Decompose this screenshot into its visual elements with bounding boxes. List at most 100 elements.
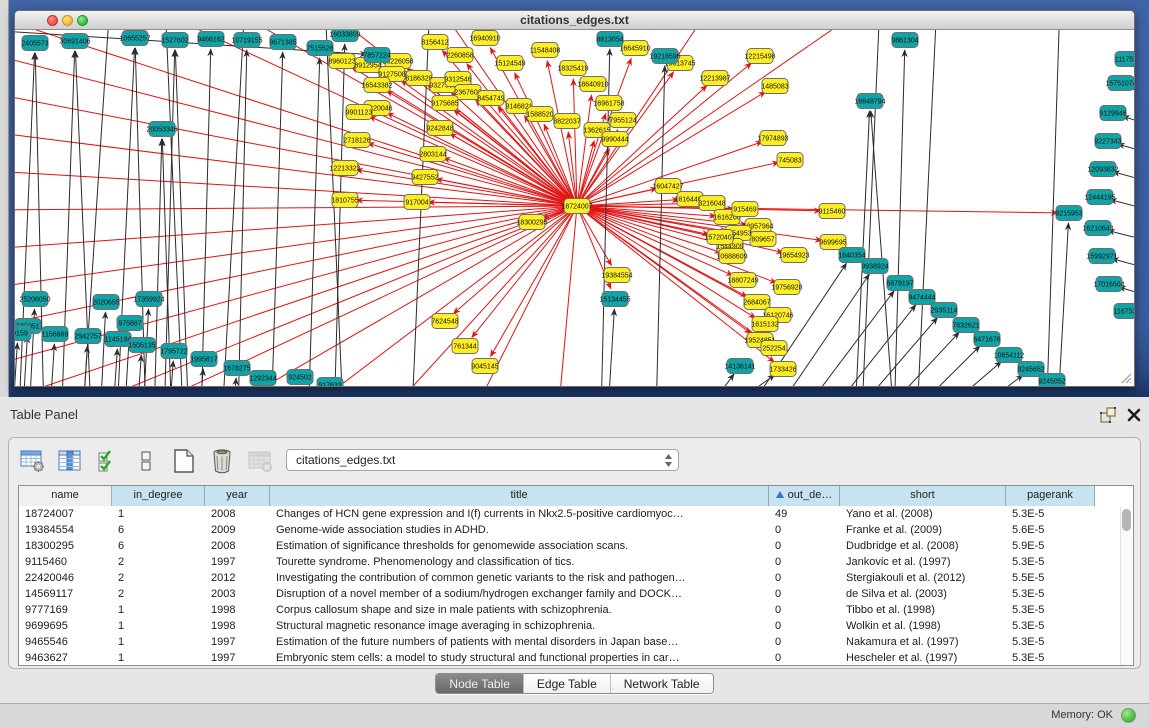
graph-node[interactable]: 10655257: [119, 31, 150, 46]
graph-node[interactable]: 15992971: [1086, 249, 1117, 264]
resize-grip-icon[interactable]: [1118, 370, 1132, 384]
table-cell[interactable]: 5.3E-5: [1006, 602, 1095, 618]
graph-node[interactable]: 17359924: [133, 292, 164, 307]
graph-node[interactable]: 1733426: [769, 362, 796, 377]
graph-node[interactable]: 8960123: [328, 54, 355, 69]
graph-node[interactable]: 12213323: [329, 161, 360, 176]
table-cell[interactable]: 5.6E-5: [1006, 522, 1095, 538]
graph-node[interactable]: 9466162: [197, 32, 224, 47]
tab-network-table[interactable]: Network Table: [611, 674, 713, 693]
table-cell[interactable]: Estimation of the future numbers of pati…: [270, 634, 769, 650]
graph-node[interactable]: 12213987: [699, 71, 730, 86]
column-header-name[interactable]: name: [19, 486, 112, 506]
table-row[interactable]: 946362711997Embryonic stem cells: a mode…: [19, 650, 1133, 666]
table-cell[interactable]: 6: [112, 522, 205, 538]
table-cell[interactable]: 2008: [205, 506, 270, 522]
graph-node[interactable]: 1156869: [42, 327, 69, 342]
table-cell[interactable]: 49: [769, 506, 840, 522]
table-cell[interactable]: 1997: [205, 554, 270, 570]
graph-node[interactable]: 9175685: [431, 96, 458, 111]
table-row[interactable]: 946554611997Estimation of the future num…: [19, 634, 1133, 650]
table-cell[interactable]: Genome-wide association studies in ADHD.: [270, 522, 769, 538]
table-scrollbar[interactable]: [1120, 507, 1132, 665]
graph-node[interactable]: 9901123: [346, 105, 373, 120]
graph-node[interactable]: 16047427: [652, 179, 683, 194]
table-cell[interactable]: Changes of HCN gene expression and I(f) …: [270, 506, 769, 522]
graph-node[interactable]: 7515526: [306, 41, 333, 56]
close-panel-icon[interactable]: [1127, 408, 1141, 422]
table-cell[interactable]: Franke et al. (2009): [840, 522, 1006, 538]
graph-node[interactable]: 19384554: [601, 268, 632, 283]
graph-node[interactable]: 16210643: [1082, 221, 1113, 236]
table-row[interactable]: 2242004622012Investigating the contribut…: [19, 570, 1133, 586]
table-cell[interactable]: 0: [769, 602, 840, 618]
graph-node[interactable]: 6879197: [886, 276, 913, 291]
graph-node[interactable]: 18640910: [577, 77, 608, 92]
graph-node[interactable]: 9671385: [269, 35, 296, 50]
column-header-out_de[interactable]: out_de…: [769, 486, 840, 506]
table-cell[interactable]: 5.3E-5: [1006, 586, 1095, 602]
graph-node[interactable]: 16645910: [619, 41, 650, 56]
graph-node[interactable]: 16543382: [361, 78, 392, 93]
graph-node[interactable]: 9215953: [1055, 206, 1082, 221]
column-header-pagerank[interactable]: pagerank: [1006, 486, 1095, 506]
table-cell[interactable]: Tourette syndrome. Phenomenology and cla…: [270, 554, 769, 570]
network-window-titlebar[interactable]: citations_edges.txt: [15, 11, 1134, 30]
graph-node[interactable]: 1292344: [249, 371, 276, 386]
graph-node[interactable]: 8822037: [553, 114, 580, 129]
table-row[interactable]: 1872400712008Changes of HCN gene express…: [19, 506, 1133, 522]
graph-node[interactable]: 15751074: [1105, 76, 1134, 91]
graph-node[interactable]: 7624548: [431, 314, 458, 329]
table-cell[interactable]: Embryonic stem cells: a model to study s…: [270, 650, 769, 666]
table-cell[interactable]: 0: [769, 650, 840, 666]
table-cell[interactable]: Wolkin et al. (1998): [840, 618, 1006, 634]
table-cell[interactable]: Estimation of significance thresholds fo…: [270, 538, 769, 554]
graph-node[interactable]: 19756928: [771, 280, 802, 295]
table-cell[interactable]: 1: [112, 650, 205, 666]
graph-node[interactable]: 252254: [761, 341, 787, 356]
table-cell[interactable]: 1997: [205, 650, 270, 666]
graph-node[interactable]: 12444195: [1084, 190, 1115, 205]
new-document-icon[interactable]: [171, 448, 197, 474]
table-cell[interactable]: 1997: [205, 634, 270, 650]
table-cell[interactable]: Corpus callosum shape and size in male p…: [270, 602, 769, 618]
scrollbar-thumb[interactable]: [1122, 509, 1131, 531]
tab-node-table[interactable]: Node Table: [436, 674, 524, 693]
graph-node[interactable]: 2260858: [446, 48, 473, 63]
graph-node[interactable]: 3216048: [698, 196, 725, 211]
table-cell[interactable]: 14569117: [19, 586, 112, 602]
table-cell[interactable]: 18724007: [19, 506, 112, 522]
table-cell[interactable]: 5.3E-5: [1006, 618, 1095, 634]
table-row[interactable]: 977716911998Corpus callosum shape and si…: [19, 602, 1133, 618]
table-cell[interactable]: 2: [112, 570, 205, 586]
table-cell[interactable]: 0: [769, 634, 840, 650]
graph-node[interactable]: 917633: [317, 378, 343, 387]
table-cell[interactable]: 0: [769, 586, 840, 602]
table-cell[interactable]: 5.9E-5: [1006, 538, 1095, 554]
table-cell[interactable]: 5.3E-5: [1006, 650, 1095, 666]
graph-node[interactable]: 18807249: [727, 273, 758, 288]
graph-node[interactable]: 8454749: [477, 91, 504, 106]
select-columns-icon[interactable]: [57, 448, 83, 474]
graph-node[interactable]: 16033809: [329, 30, 360, 42]
table-cell[interactable]: Stergiakouli et al. (2012): [840, 570, 1006, 586]
graph-node[interactable]: 9245052: [1038, 374, 1065, 387]
table-cell[interactable]: Yano et al. (2008): [840, 506, 1006, 522]
table-cell[interactable]: 22420046: [19, 570, 112, 586]
table-cell[interactable]: 1: [112, 618, 205, 634]
table-cell[interactable]: de Silva et al. (2003): [840, 586, 1006, 602]
graph-node[interactable]: 1615132: [751, 317, 778, 332]
table-row[interactable]: 1456911722003Disruption of a novel membe…: [19, 586, 1133, 602]
graph-node[interactable]: 17974893: [757, 131, 788, 146]
graph-node[interactable]: 17016504: [1093, 277, 1124, 292]
graph-node[interactable]: 9045145: [471, 359, 498, 374]
table-cell[interactable]: 2003: [205, 586, 270, 602]
graph-node[interactable]: 9861304: [891, 33, 918, 48]
table-cell[interactable]: 1998: [205, 618, 270, 634]
graph-node[interactable]: 30691406: [59, 34, 90, 49]
table-cell[interactable]: 1: [112, 506, 205, 522]
table-cell[interactable]: Disruption of a novel member of a sodium…: [270, 586, 769, 602]
table-cell[interactable]: Hescheler et al. (1997): [840, 650, 1006, 666]
table-row[interactable]: 969969511998Structural magnetic resonanc…: [19, 618, 1133, 634]
column-header-year[interactable]: year: [205, 486, 270, 506]
